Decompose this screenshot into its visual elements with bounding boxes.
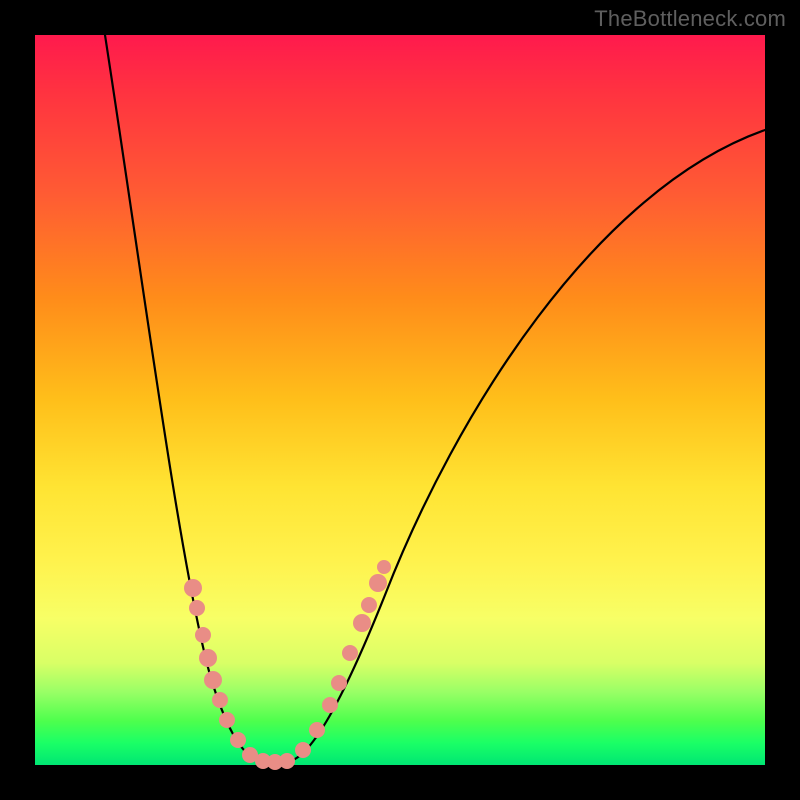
curve-marker	[195, 627, 211, 643]
curve-marker	[309, 722, 325, 738]
curve-marker	[295, 742, 311, 758]
curve-marker	[377, 560, 391, 574]
curve-marker	[230, 732, 246, 748]
curve-marker	[189, 600, 205, 616]
curve-marker	[199, 649, 217, 667]
plot-area	[35, 35, 765, 765]
curve-marker	[219, 712, 235, 728]
curve-marker	[322, 697, 338, 713]
curve-marker	[279, 753, 295, 769]
curve-marker	[342, 645, 358, 661]
curve-marker	[361, 597, 377, 613]
watermark-text: TheBottleneck.com	[594, 6, 786, 32]
chart-frame: TheBottleneck.com	[0, 0, 800, 800]
marker-group	[184, 560, 391, 770]
curve-marker	[331, 675, 347, 691]
curve-marker	[212, 692, 228, 708]
curve-marker	[353, 614, 371, 632]
curve-marker	[204, 671, 222, 689]
curve-layer	[35, 35, 765, 765]
curve-marker	[184, 579, 202, 597]
curve-marker	[369, 574, 387, 592]
